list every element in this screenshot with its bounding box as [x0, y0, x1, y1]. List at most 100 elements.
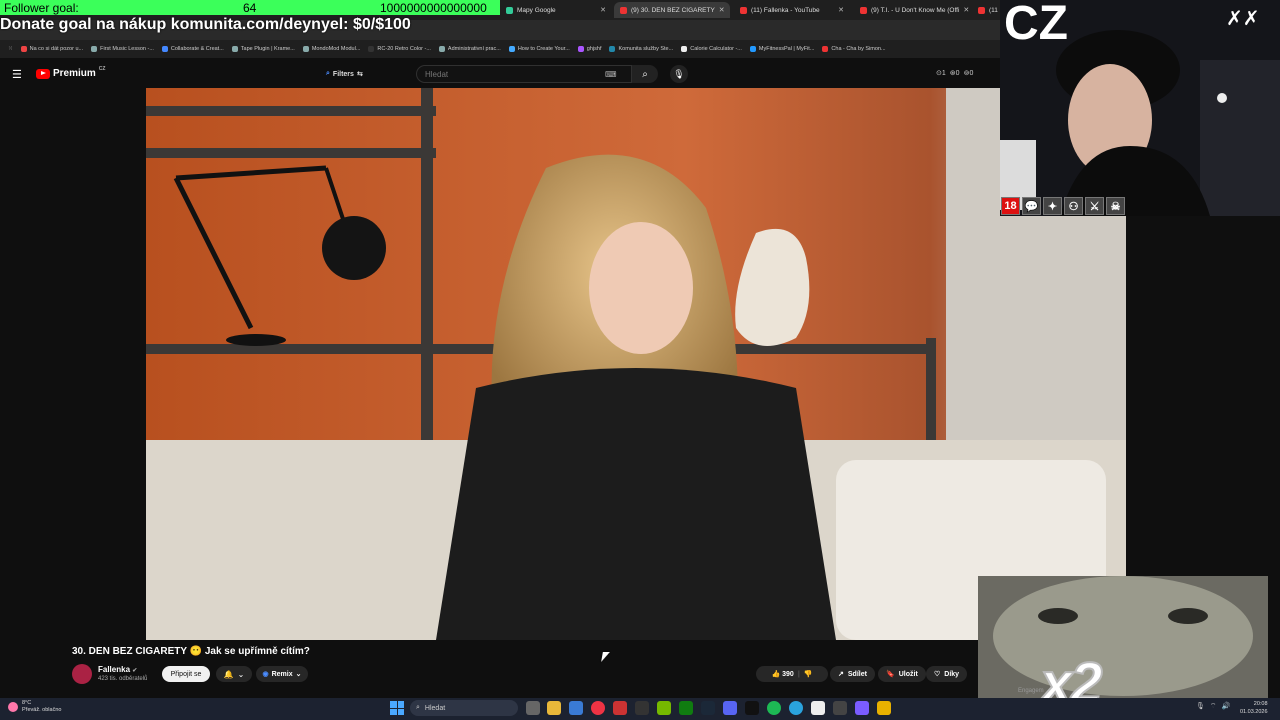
remix-icon: ◉ — [262, 671, 269, 678]
tab-overflow[interactable]: (11 — [972, 2, 1000, 18]
search-input[interactable] — [425, 69, 605, 79]
tab-label: (9) 30. DEN BEZ CIGARETY — [631, 6, 715, 14]
join-button[interactable]: Připojit se — [162, 666, 210, 682]
bookmark-favicon-icon — [681, 46, 688, 52]
follower-goal-target: 1000000000000000 — [380, 1, 487, 15]
youtube-play-icon — [36, 68, 50, 79]
close-tab-icon[interactable]: ✕ — [600, 6, 606, 14]
tab-ti-video[interactable]: (9) T.I. - U Don't Know Me (Offi ✕ — [854, 2, 970, 18]
tab-label: (9) T.I. - U Don't Know Me (Offi — [871, 6, 960, 14]
voice-search-button[interactable]: 🎙 — [670, 65, 688, 83]
app-icon[interactable] — [613, 701, 627, 715]
bookmark-item[interactable]: Tape Plugin | Krame... — [231, 46, 295, 52]
microphone-icon: 🎙 — [673, 68, 685, 79]
xbox-icon[interactable] — [679, 701, 693, 715]
obs-icon[interactable] — [833, 701, 847, 715]
bookmark-item[interactable]: Calorie Calculator -... — [681, 46, 742, 52]
bookmark-favicon-icon — [577, 46, 584, 52]
tab-current-video[interactable]: (9) 30. DEN BEZ CIGARETY ✕ — [614, 2, 730, 18]
filters-label: Filters — [332, 70, 354, 78]
close-tab-icon[interactable]: ✕ — [838, 6, 844, 14]
start-button[interactable] — [390, 701, 404, 715]
search-icon: ⌕ — [642, 68, 648, 80]
save-button[interactable]: 🔖 Uložit — [878, 666, 926, 682]
weather-icon — [8, 702, 18, 712]
bookmark-item[interactable]: MondoMod Modul... — [302, 46, 360, 52]
bookmark-item[interactable]: First Music Lesson -... — [91, 46, 154, 52]
close-tab-icon[interactable]: ✕ — [963, 6, 969, 14]
bookmark-favicon-icon — [438, 46, 445, 52]
channel-name[interactable]: Fallenka ✔ — [98, 665, 137, 674]
steam-icon[interactable] — [701, 701, 715, 715]
bookmark-favicon-icon — [302, 46, 309, 52]
keyboard-icon[interactable]: ⌨ — [605, 70, 617, 79]
share-button[interactable]: ↗ Sdílet — [830, 666, 875, 682]
bookmark-item[interactable]: Administrativní prac... — [438, 46, 501, 52]
weather-widget[interactable]: 8°C Převáž. oblačno — [8, 700, 61, 714]
search-box[interactable]: ⌨ — [416, 65, 632, 83]
dislike-button[interactable]: 👎 — [804, 670, 813, 678]
logo-text: Premium — [53, 68, 96, 79]
app-icon[interactable] — [877, 701, 891, 715]
filters-button[interactable]: ⌕ Filters ⇆ — [326, 66, 363, 82]
bookmark-item[interactable]: Na co si dát pozor u... — [20, 46, 83, 52]
search-button[interactable]: ⌕ — [632, 65, 658, 83]
tab-fallenka-channel[interactable]: (11) Fallenka - YouTube ✕ — [734, 2, 850, 18]
bookmark-favicon-icon — [231, 46, 238, 52]
bookmark-favicon-icon — [91, 46, 98, 52]
tab-label: (11) Fallenka - YouTube — [751, 6, 820, 14]
youtube-logo[interactable]: Premium CZ — [36, 66, 105, 79]
bookmark-favicon-icon — [822, 46, 829, 52]
bookmark-item[interactable]: Komunita služby Ste... — [609, 46, 673, 52]
like-button[interactable]: 👍 390 — [771, 670, 793, 678]
thumbs-down-icon: 👎 — [803, 671, 813, 678]
network-icon[interactable]: ⌔ — [1210, 702, 1217, 711]
hamburger-menu-icon[interactable]: ☰ — [12, 68, 22, 81]
chrome-icon[interactable] — [591, 701, 605, 715]
mail-icon[interactable] — [569, 701, 583, 715]
bookmarks-bar: ⁙ Na co si dát pozor u... First Music Le… — [0, 40, 1000, 58]
discord-icon[interactable] — [723, 701, 737, 715]
remix-button[interactable]: ◉ Remix ⌄ — [256, 666, 308, 682]
channel-avatar[interactable] — [72, 664, 92, 684]
bookmark-item[interactable]: Cha - Cha by Simon... — [822, 46, 886, 52]
close-tab-icon[interactable]: ✕ — [719, 6, 725, 14]
thanks-button[interactable]: ♡ Díky — [926, 666, 968, 682]
bookmark-favicon-icon — [161, 46, 168, 52]
like-dislike-group: 👍 390 | 👎 — [756, 666, 828, 682]
video-player[interactable] — [146, 88, 1126, 640]
file-explorer-icon[interactable] — [547, 701, 561, 715]
app-icon[interactable] — [635, 701, 649, 715]
tab-label: Mapy Google — [517, 6, 556, 14]
app-icon[interactable] — [811, 701, 825, 715]
spotify-icon[interactable] — [767, 701, 781, 715]
bookmark-item[interactable]: Collaborate & Creat... — [161, 46, 224, 52]
follower-goal-label: Follower goal: — [4, 1, 79, 15]
mic-tray-icon[interactable]: 🎙 — [1196, 702, 1205, 711]
signature-logo-icon: ✗✗ — [1226, 8, 1260, 30]
app-icon[interactable] — [855, 701, 869, 715]
video-title: 30. DEN BEZ CIGARETY 😶 Jak se upřímně cí… — [72, 646, 310, 657]
skull-icon: ☠ — [1106, 197, 1125, 215]
video-frame — [146, 88, 1126, 640]
tiktok-icon[interactable] — [745, 701, 759, 715]
bookmark-favicon-icon — [749, 46, 756, 52]
volume-icon[interactable]: 🔊 — [1221, 702, 1230, 711]
bookmark-item[interactable]: ghjshf — [577, 46, 601, 52]
nvidia-icon[interactable] — [657, 701, 671, 715]
age-18-badge: 18 — [1001, 197, 1020, 215]
bookmark-favicon-icon — [508, 46, 515, 52]
stat-item: ⊛0 — [949, 70, 960, 77]
task-view-icon[interactable] — [526, 701, 540, 715]
taskbar-clock[interactable]: 20:08 01.03.2026 — [1240, 700, 1268, 716]
system-tray[interactable]: 🎙 ⌔ 🔊 — [1196, 702, 1230, 711]
tab-google-maps[interactable]: Mapy Google ✕ — [500, 2, 612, 18]
bookmark-item[interactable]: How to Create Your... — [508, 46, 570, 52]
cam-badge-row: 18 💬 ✦ ⚇ ⚔ ☠ — [1001, 197, 1125, 215]
bookmark-item[interactable]: MyFitnessPal | MyFit... — [749, 46, 814, 52]
bookmark-item[interactable]: RC-20 Retro Color -... — [368, 46, 431, 52]
telegram-icon[interactable] — [789, 701, 803, 715]
bookmarks-apps-icon[interactable]: ⁙ — [8, 46, 13, 52]
taskbar-search[interactable]: ⌕ Hledat — [410, 700, 518, 716]
subscribe-notification-button[interactable]: 🔔 ⌄ — [216, 666, 252, 682]
